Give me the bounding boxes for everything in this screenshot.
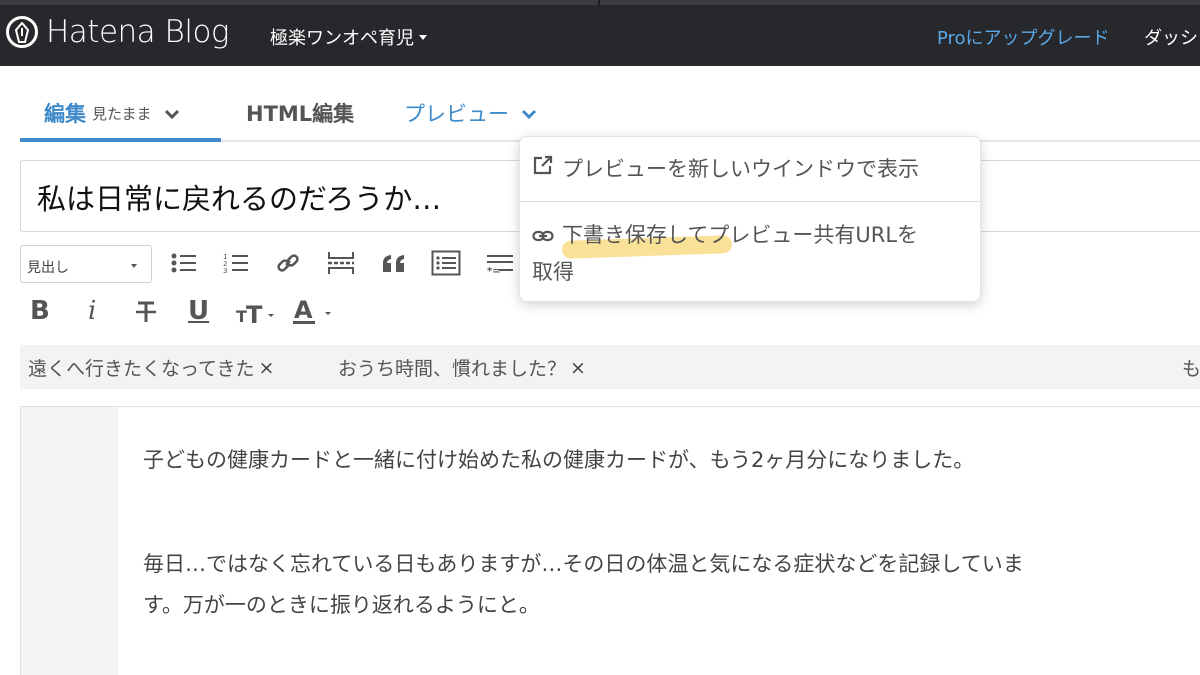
title-text: 私は日常に戻れるのだろうか… — [37, 182, 442, 216]
list-bullet-icon[interactable] — [168, 247, 200, 279]
italic-button[interactable]: i — [88, 296, 96, 326]
paragraph: 毎日…ではなく忘れている日もありますが…その日の体温と気になる症状などを記録して… — [143, 552, 1024, 576]
chevron-down-icon[interactable] — [164, 101, 180, 125]
editor-gutter — [21, 407, 118, 675]
window-edge — [0, 0, 1200, 5]
quote-icon[interactable] — [378, 247, 410, 279]
preview-dropdown-menu: プレビューを新しいウインドウで表示 下書き保存してプレビュー共有URLを 取得 — [519, 136, 981, 302]
tag-item: 遠くへ行きたくなってきた × — [28, 354, 274, 381]
tab-html-edit[interactable]: HTML編集 — [246, 98, 354, 128]
upgrade-pro-link[interactable]: Proにアップグレード — [937, 24, 1110, 50]
tab-preview-label: プレビュー — [404, 102, 509, 126]
share-link-icon — [532, 218, 554, 254]
edit-mode-label: 見たまま — [92, 104, 152, 123]
menu-divider — [520, 201, 980, 202]
svg-text:A: A — [294, 296, 313, 324]
dashboard-link[interactable]: ダッシ — [1144, 24, 1198, 50]
tab-edit[interactable]: 編集 見たまま — [44, 98, 180, 128]
heading-select[interactable]: 見出し — [20, 245, 152, 283]
underline-button[interactable]: U — [188, 296, 209, 326]
top-bar: Hatena Blog 極楽ワンオペ育児 Proにアップグレード ダッシ — [0, 0, 1200, 66]
editor-body[interactable]: 子どもの健康カードと一緒に付け始めた私の健康カードが、もう2ヶ月分になりました。… — [20, 406, 1200, 675]
logo-text: Hatena Blog — [46, 14, 230, 50]
list-numbered-icon[interactable]: 123 — [220, 247, 252, 279]
svg-text:*=: *= — [487, 266, 501, 276]
tag-label: おうち時間、慣れました？ — [338, 358, 567, 380]
external-link-icon — [532, 151, 554, 187]
link-icon[interactable] — [272, 247, 304, 279]
caret-down-icon — [131, 264, 137, 268]
tab-edit-label: 編集 — [44, 102, 86, 126]
window-edge-divider — [598, 0, 600, 5]
paragraph: す。万が一のときに振り返れるようにと。 — [143, 593, 540, 617]
table-of-contents-icon[interactable] — [430, 247, 462, 279]
menu-item-label: プレビューを新しいウインドウで表示 — [562, 157, 919, 181]
caret-down-icon — [419, 34, 427, 40]
paragraph: 子どもの健康カードと一緒に付け始めた私の健康カードが、もう2ヶ月分になりました。 — [143, 448, 975, 472]
text-size-icon[interactable]: TT — [234, 296, 278, 328]
active-tab-indicator — [20, 138, 221, 142]
svg-text:T: T — [246, 301, 263, 326]
tag-bar: 遠くへ行きたくなってきた × おうち時間、慣れました？ × も — [20, 345, 1200, 389]
heading-select-value: 見出し — [27, 260, 69, 276]
chevron-down-icon[interactable] — [521, 101, 537, 125]
hatena-blog-logo[interactable]: Hatena Blog — [6, 14, 230, 50]
menu-item-share-preview-url[interactable]: 下書き保存してプレビュー共有URLを 取得 — [532, 217, 962, 290]
tag-remove-button[interactable]: × — [570, 357, 586, 379]
tag-remove-button[interactable]: × — [258, 357, 274, 379]
hatena-logo-icon — [6, 16, 38, 48]
menu-item-label-continued: 取得 — [532, 260, 574, 284]
svg-text:3: 3 — [223, 267, 227, 275]
tag-item: おうち時間、慣れました？ × — [338, 354, 586, 381]
text-color-icon[interactable]: A — [292, 296, 336, 328]
tag-label: 遠くへ行きたくなってきた — [28, 358, 255, 380]
editor-mode-tabs: 編集 見たまま HTML編集 プレビュー — [20, 86, 1200, 142]
blog-selector[interactable]: 極楽ワンオペ育児 — [270, 24, 427, 50]
footnote-icon[interactable]: *= — [484, 247, 516, 279]
more-break-icon[interactable] — [325, 247, 357, 279]
strikethrough-icon[interactable] — [130, 296, 162, 328]
bold-button[interactable]: B — [30, 296, 50, 326]
tag-overflow[interactable]: も — [1182, 354, 1200, 381]
menu-item-open-preview-new-window[interactable]: プレビューを新しいウインドウで表示 — [532, 151, 919, 187]
tab-preview[interactable]: プレビュー — [404, 98, 537, 128]
blog-name: 極楽ワンオペ育児 — [270, 28, 414, 49]
menu-item-label: 下書き保存してプレビュー共有URLを — [562, 223, 919, 247]
